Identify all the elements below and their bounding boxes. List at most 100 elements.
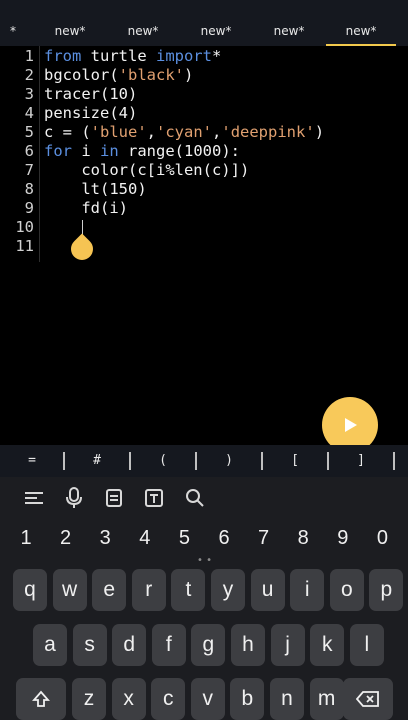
divider	[195, 452, 197, 470]
tab-new-5-active[interactable]: new*	[346, 24, 377, 38]
key-e[interactable]: e	[92, 569, 127, 611]
tab-new-1[interactable]: new*	[55, 24, 86, 38]
code-token: c = (	[44, 123, 91, 141]
code-token: fd(i)	[44, 199, 128, 217]
symbol-equals[interactable]: =	[8, 445, 56, 477]
search-icon[interactable]	[179, 480, 211, 516]
code-token: lt(150)	[44, 180, 147, 198]
keyword-token: import	[155, 47, 212, 65]
symbol-close-bracket[interactable]: ]	[337, 445, 385, 477]
number-key[interactable]: 2	[48, 527, 84, 553]
code-token: )	[183, 66, 194, 84]
key-u[interactable]: u	[250, 569, 285, 611]
line-number: 6	[24, 142, 34, 160]
tab-overflow-marker[interactable]: *	[10, 24, 16, 38]
code-token: pensize(4)	[44, 104, 138, 122]
line-number: 9	[24, 199, 34, 217]
line-number: 1	[24, 47, 34, 65]
menu-icon[interactable]	[18, 480, 50, 516]
key-q[interactable]: q	[13, 569, 47, 611]
tab-bar: * new* new* new* new* new*	[0, 0, 408, 46]
tab-new-4[interactable]: new*	[274, 24, 305, 38]
drag-handle-dots: • •	[197, 555, 212, 566]
string-token: 'cyan'	[156, 123, 213, 141]
key-f[interactable]: f	[151, 624, 186, 666]
key-h[interactable]: h	[231, 624, 265, 666]
code-text: from turtle import*	[44, 47, 221, 66]
code-token: ,	[212, 123, 222, 141]
backspace-key[interactable]	[343, 678, 393, 720]
code-token: bgcolor(	[44, 66, 119, 84]
string-token: 'black'	[118, 66, 184, 84]
key-r[interactable]: r	[131, 569, 166, 611]
key-y[interactable]: y	[211, 569, 245, 611]
key-z[interactable]: z	[72, 678, 106, 720]
code-token: turtle	[81, 47, 156, 65]
line-number: 4	[24, 104, 34, 122]
key-v[interactable]: v	[190, 678, 225, 720]
key-s[interactable]: s	[72, 624, 107, 666]
symbol-bar: = # ( ) [ ]	[0, 445, 408, 477]
divider	[129, 452, 131, 470]
number-key[interactable]: 9	[325, 527, 361, 553]
key-w[interactable]: w	[52, 569, 87, 611]
symbol-open-paren[interactable]: (	[139, 445, 187, 477]
key-t[interactable]: t	[171, 569, 206, 611]
clipboard-icon[interactable]	[98, 480, 130, 516]
key-d[interactable]: d	[112, 624, 147, 666]
keyword-token: for	[44, 142, 72, 160]
shift-icon	[32, 690, 50, 707]
code-text: c = ('blue','cyan','deeppink')	[44, 123, 324, 142]
keyword-token: in	[100, 142, 119, 160]
key-j[interactable]: j	[270, 624, 305, 666]
number-key[interactable]: 6	[206, 527, 242, 553]
number-key[interactable]: 8	[285, 527, 321, 553]
microphone-icon[interactable]	[58, 480, 90, 516]
keyword-token: from	[44, 47, 82, 65]
tab-new-3[interactable]: new*	[201, 24, 232, 38]
tab-new-2[interactable]: new*	[128, 24, 159, 38]
key-k[interactable]: k	[310, 624, 345, 666]
key-g[interactable]: g	[191, 624, 226, 666]
key-m[interactable]: m	[309, 678, 344, 720]
backspace-icon	[356, 691, 379, 707]
key-b[interactable]: b	[230, 678, 265, 720]
string-token: 'blue'	[90, 123, 147, 141]
text-format-icon[interactable]	[138, 480, 170, 516]
gutter-divider	[39, 46, 40, 262]
key-x[interactable]: x	[111, 678, 146, 720]
number-key[interactable]: 7	[246, 527, 282, 553]
code-text: bgcolor('black')	[44, 66, 193, 85]
code-text: for i in range(1000):	[44, 142, 240, 161]
divider	[327, 452, 329, 470]
key-a[interactable]: a	[33, 624, 67, 666]
number-key[interactable]: 5	[166, 527, 202, 553]
line-number: 8	[24, 180, 34, 198]
code-text: tracer(10)	[44, 85, 137, 104]
code-token: tracer(10)	[44, 85, 138, 103]
symbol-open-bracket[interactable]: [	[271, 445, 319, 477]
line-number: 3	[24, 85, 34, 103]
code-text: pensize(4)	[44, 104, 137, 123]
code-text: color(c[i%len(c)])	[44, 161, 249, 180]
key-n[interactable]: n	[270, 678, 304, 720]
line-number: 11	[15, 237, 34, 255]
number-key[interactable]: 3	[87, 527, 123, 553]
code-token: )	[314, 123, 325, 141]
symbol-hash[interactable]: #	[73, 445, 121, 477]
code-token: range(1000):	[118, 142, 240, 160]
number-key[interactable]: 0	[364, 527, 400, 553]
symbol-close-paren[interactable]: )	[205, 445, 253, 477]
key-c[interactable]: c	[151, 678, 186, 720]
code-text: fd(i)	[44, 199, 128, 218]
code-token: *	[211, 47, 222, 65]
key-l[interactable]: l	[349, 624, 384, 666]
number-key[interactable]: 1	[8, 527, 44, 553]
key-o[interactable]: o	[329, 569, 364, 611]
code-token: color(c[i%len(c)])	[44, 161, 250, 179]
number-key[interactable]: 4	[127, 527, 163, 553]
shift-key[interactable]	[16, 678, 66, 720]
key-i[interactable]: i	[290, 569, 325, 611]
key-p[interactable]: p	[369, 569, 404, 611]
line-number: 2	[24, 66, 34, 84]
